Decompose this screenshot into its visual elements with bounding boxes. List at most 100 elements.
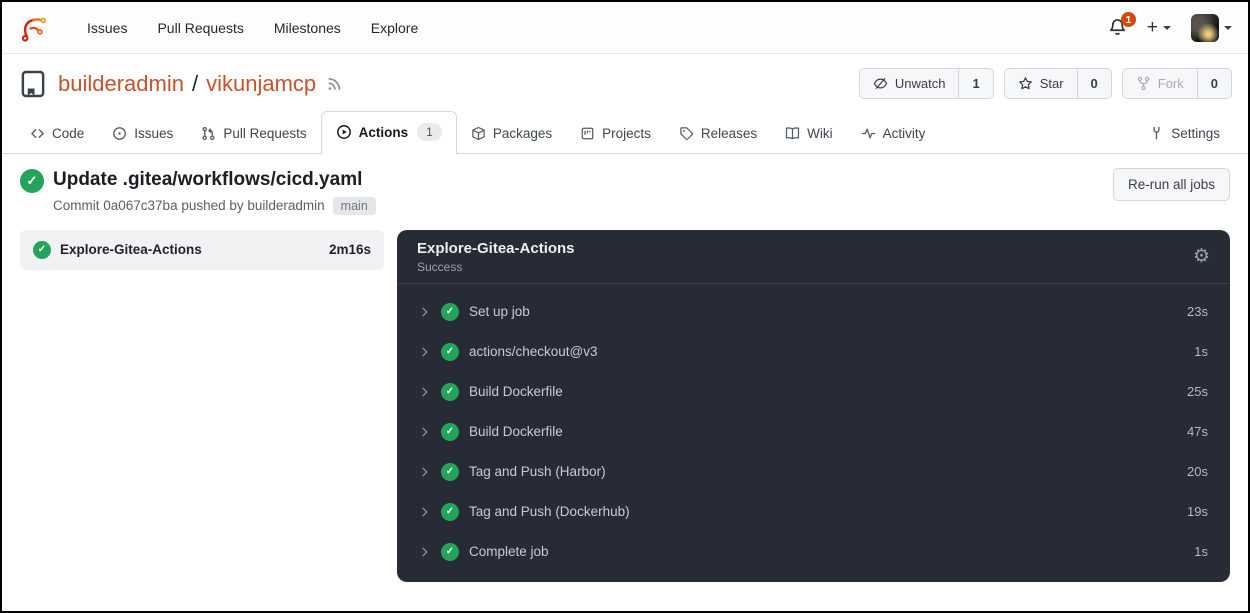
tab-label: Packages [493,126,552,141]
job-panel-header: Explore-Gitea-Actions Success ⚙ [397,230,1230,284]
tab-label: Code [52,126,84,141]
chevron-right-icon[interactable] [419,546,431,558]
job-log-panel: Explore-Gitea-Actions Success ⚙ [397,230,1230,582]
tab-label: Projects [602,126,651,141]
job-step-row[interactable]: ✓ Complete job 1s [397,532,1230,572]
star-count[interactable]: 0 [1077,69,1111,98]
step-success-check-icon: ✓ [441,423,459,441]
pulse-icon [861,126,876,141]
step-duration: 25s [1187,384,1208,399]
pull-request-icon [201,126,216,141]
repo-name-link[interactable]: vikunjamcp [206,71,316,97]
step-name: actions/checkout@v3 [469,344,598,359]
gitea-logo-icon[interactable] [18,13,48,43]
job-step-row[interactable]: ✓ Set up job 23s [397,292,1230,332]
chevron-right-icon[interactable] [419,466,431,478]
watch-count[interactable]: 1 [958,69,992,98]
plus-icon: + [1147,17,1158,39]
star-label: Star [1040,76,1064,91]
step-name: Set up job [469,304,530,319]
job-step-row[interactable]: ✓ Build Dockerfile 25s [397,372,1230,412]
tab-pull-requests[interactable]: Pull Requests [187,115,320,153]
step-success-check-icon: ✓ [441,463,459,481]
branch-badge[interactable]: main [333,197,376,215]
step-success-check-icon: ✓ [441,343,459,361]
tab-packages[interactable]: Packages [457,115,566,153]
fork-button[interactable]: Fork [1123,69,1197,98]
tab-label: Wiki [807,126,833,141]
tab-code[interactable]: Code [16,115,98,153]
step-duration: 23s [1187,304,1208,319]
step-duration: 1s [1194,544,1208,559]
repo-book-icon [18,69,48,99]
unwatch-label: Unwatch [895,76,946,91]
tag-icon [679,126,694,141]
caret-down-icon [1163,26,1171,30]
unwatch-button[interactable]: Unwatch [860,69,959,98]
actions-count-badge: 1 [417,123,442,141]
repo-separator: / [192,71,198,97]
nav-item-pull-requests[interactable]: Pull Requests [142,12,258,44]
tab-label: Issues [134,126,173,141]
jobs-sidebar: ✓ Explore-Gitea-Actions 2m16s [20,230,384,270]
rerun-all-jobs-button[interactable]: Re-run all jobs [1113,168,1230,201]
chevron-right-icon[interactable] [419,386,431,398]
job-duration: 2m16s [329,242,371,257]
gear-icon[interactable]: ⚙ [1193,247,1210,266]
chevron-right-icon[interactable] [419,426,431,438]
nav-item-explore[interactable]: Explore [356,12,433,44]
create-new-button[interactable]: + [1147,17,1171,39]
rss-icon[interactable] [326,75,343,92]
fork-icon [1136,76,1151,91]
issue-icon [112,126,127,141]
fork-count[interactable]: 0 [1197,69,1231,98]
repo-action-buttons: Unwatch 1 Star 0 [859,68,1232,99]
run-title: Update .gitea/workflows/cicd.yaml [53,168,376,192]
project-icon [580,126,595,141]
tab-activity[interactable]: Activity [847,115,940,153]
tab-label: Activity [883,126,926,141]
tab-label: Settings [1171,126,1220,141]
job-list-item[interactable]: ✓ Explore-Gitea-Actions 2m16s [20,230,384,270]
fork-label: Fork [1158,76,1184,91]
star-icon [1018,76,1033,91]
step-success-check-icon: ✓ [441,503,459,521]
tab-releases[interactable]: Releases [665,115,771,153]
tab-issues[interactable]: Issues [98,115,187,153]
job-step-row[interactable]: ✓ Tag and Push (Dockerhub) 19s [397,492,1230,532]
caret-down-icon [1224,26,1232,30]
step-name: Tag and Push (Dockerhub) [469,504,630,519]
package-icon [471,126,486,141]
tab-actions[interactable]: Actions 1 [321,111,457,154]
chevron-right-icon[interactable] [419,506,431,518]
gitea-window: Issues Pull Requests Milestones Explore … [0,0,1250,613]
job-step-row[interactable]: ✓ actions/checkout@v3 1s [397,332,1230,372]
repo-owner-link[interactable]: builderadmin [58,71,184,97]
repo-header: builderadmin / vikunjamcp [2,54,1248,111]
step-name: Build Dockerfile [469,384,563,399]
job-steps-list: ✓ Set up job 23s ✓ actio [397,284,1230,582]
step-duration: 1s [1194,344,1208,359]
star-button[interactable]: Star [1005,69,1077,98]
star-button-group: Star 0 [1004,68,1112,99]
notifications-bell-icon[interactable]: 1 [1108,18,1127,37]
navbar-right: 1 + [1108,14,1232,42]
tab-wiki[interactable]: Wiki [771,115,847,153]
watch-button-group: Unwatch 1 [859,68,994,99]
notification-count-badge: 1 [1121,12,1136,27]
job-step-row[interactable]: ✓ Build Dockerfile 47s [397,412,1230,452]
eye-slash-icon [873,76,888,91]
step-duration: 47s [1187,424,1208,439]
tab-projects[interactable]: Projects [566,115,665,153]
job-step-row[interactable]: ✓ Tag and Push (Harbor) 20s [397,452,1230,492]
tab-settings[interactable]: Settings [1135,115,1234,153]
chevron-right-icon[interactable] [419,346,431,358]
nav-item-issues[interactable]: Issues [72,12,142,44]
chevron-right-icon[interactable] [419,306,431,318]
step-success-check-icon: ✓ [441,383,459,401]
book-icon [785,126,800,141]
user-menu[interactable] [1191,14,1232,42]
nav-item-milestones[interactable]: Milestones [259,12,356,44]
primary-nav: Issues Pull Requests Milestones Explore [72,12,433,44]
step-success-check-icon: ✓ [441,303,459,321]
